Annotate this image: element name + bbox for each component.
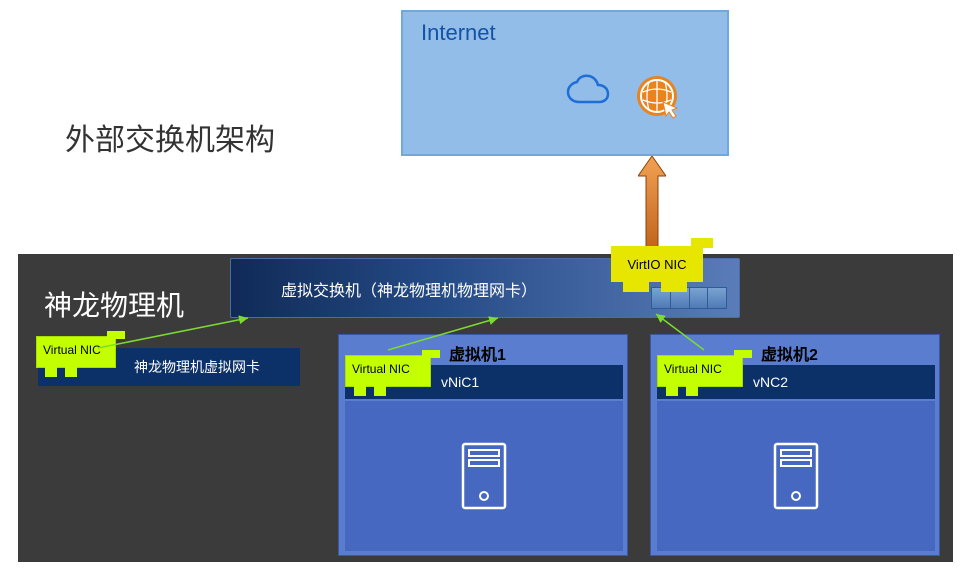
internet-box: Internet	[401, 10, 729, 156]
server-icon	[769, 440, 823, 512]
server-icon	[457, 440, 511, 512]
vm1-vnic-label: vNiC1	[441, 374, 479, 390]
vm1-virtual-nic-badge: Virtual NIC	[345, 355, 431, 387]
globe-cursor-icon	[633, 72, 683, 127]
vm2-title: 虚拟机2	[761, 341, 818, 365]
virtio-nic-label: VirtIO NIC	[628, 257, 687, 272]
link-arrow-host-icon	[98, 314, 258, 359]
vm1-virtual-nic-text: Virtual NIC	[346, 356, 430, 378]
vm-box-1: 虚拟机1 vNiC1 Virtual NIC	[338, 334, 628, 556]
vm2-vnic-label: vNC2	[753, 374, 788, 390]
diagram-title: 外部交换机架构	[65, 115, 275, 159]
vm1-body	[345, 401, 623, 551]
vm2-body	[657, 401, 935, 551]
host-vnic-label: 神龙物理机虚拟网卡	[134, 357, 260, 377]
vm2-virtual-nic-text: Virtual NIC	[658, 356, 742, 378]
vm2-virtual-nic-badge: Virtual NIC	[657, 355, 743, 387]
virtual-switch-label: 虚拟交换机（神龙物理机物理网卡）	[281, 277, 537, 301]
link-arrow-vm2-icon	[646, 310, 726, 359]
host-box: 神龙物理机 虚拟交换机（神龙物理机物理网卡） 神龙物理机虚拟网卡 Virtual…	[18, 254, 953, 562]
virtio-nic-badge: VirtIO NIC	[611, 246, 703, 282]
cloud-icon	[563, 74, 615, 115]
vm-box-2: 虚拟机2 vNC2 Virtual NIC	[650, 334, 940, 556]
link-arrow-vm1-icon	[388, 314, 508, 359]
internet-label: Internet	[421, 20, 496, 46]
